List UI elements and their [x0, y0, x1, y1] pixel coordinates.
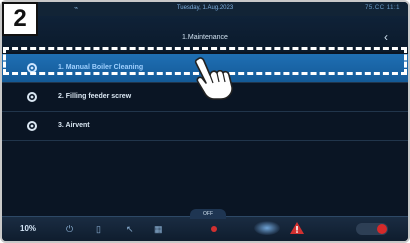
alert-dot-icon [211, 226, 217, 232]
bottom-toolbar: OFF 10% ⏻ ▯ ↖ ▦ [2, 209, 408, 241]
gear-icon [27, 92, 37, 102]
menu-item-label: 1. Manual Boiler Cleaning [58, 64, 144, 71]
percent-readout: 10% [20, 224, 37, 233]
menu-item-label: 2. Filling feeder screw [58, 93, 132, 100]
warning-icon[interactable] [290, 222, 304, 234]
toggle-icon[interactable] [356, 223, 388, 235]
device-icon[interactable]: ▯ [96, 223, 101, 235]
status-glow-icon [254, 221, 280, 235]
title-bar: 1.Maintenance ‹ [2, 16, 408, 52]
screen: ⌁ Tuesday, 1.Aug.2023 75.CC 11:1 1.Maint… [0, 0, 410, 243]
menu-item-label: 3. Airvent [58, 122, 90, 129]
power-icon[interactable]: ⏻ [66, 223, 73, 235]
status-bar: ⌁ Tuesday, 1.Aug.2023 75.CC 11:1 [2, 2, 408, 16]
status-right-info: 75.CC 11:1 [365, 5, 400, 11]
chevron-left-icon[interactable]: ‹ [378, 30, 394, 44]
page-title: 1.Maintenance [182, 34, 228, 41]
off-tab[interactable]: OFF [190, 209, 226, 219]
status-date: Tuesday, 1.Aug.2023 [176, 5, 234, 11]
gear-icon [27, 121, 37, 131]
grid-icon[interactable]: ▦ [154, 223, 163, 235]
gear-icon [27, 63, 37, 73]
pointing-hand-icon [194, 57, 233, 100]
toggle-knob [377, 224, 387, 234]
menu-item-airvent[interactable]: 3. Airvent [2, 112, 408, 141]
arrow-icon[interactable]: ↖ [126, 223, 134, 235]
step-badge: 2 [2, 2, 38, 36]
